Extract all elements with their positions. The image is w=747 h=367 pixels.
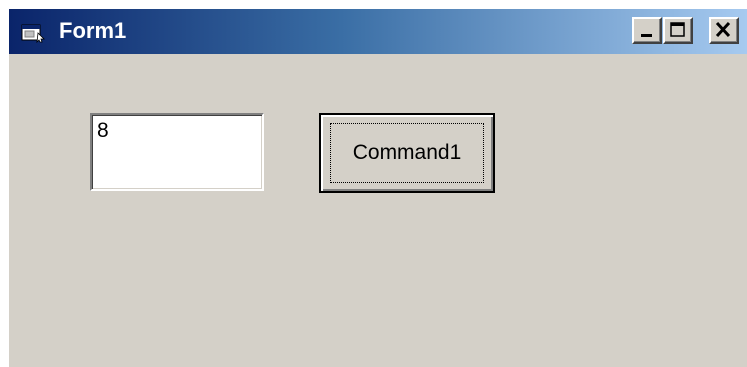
window-title: Form1 (59, 18, 127, 43)
form-window: Form1 8 Command1 (9, 9, 747, 367)
form-app-icon[interactable] (21, 21, 45, 44)
maximize-button[interactable] (663, 17, 693, 44)
minimize-button[interactable] (632, 17, 662, 44)
command1-button[interactable]: Command1 (319, 113, 495, 193)
maximize-icon (670, 22, 685, 37)
minimize-icon (641, 34, 652, 37)
text1-input[interactable]: 8 (90, 113, 264, 191)
close-icon (715, 21, 731, 38)
close-button[interactable] (709, 17, 739, 44)
command1-label: Command1 (352, 141, 462, 164)
title-bar[interactable]: Form1 (9, 9, 747, 54)
